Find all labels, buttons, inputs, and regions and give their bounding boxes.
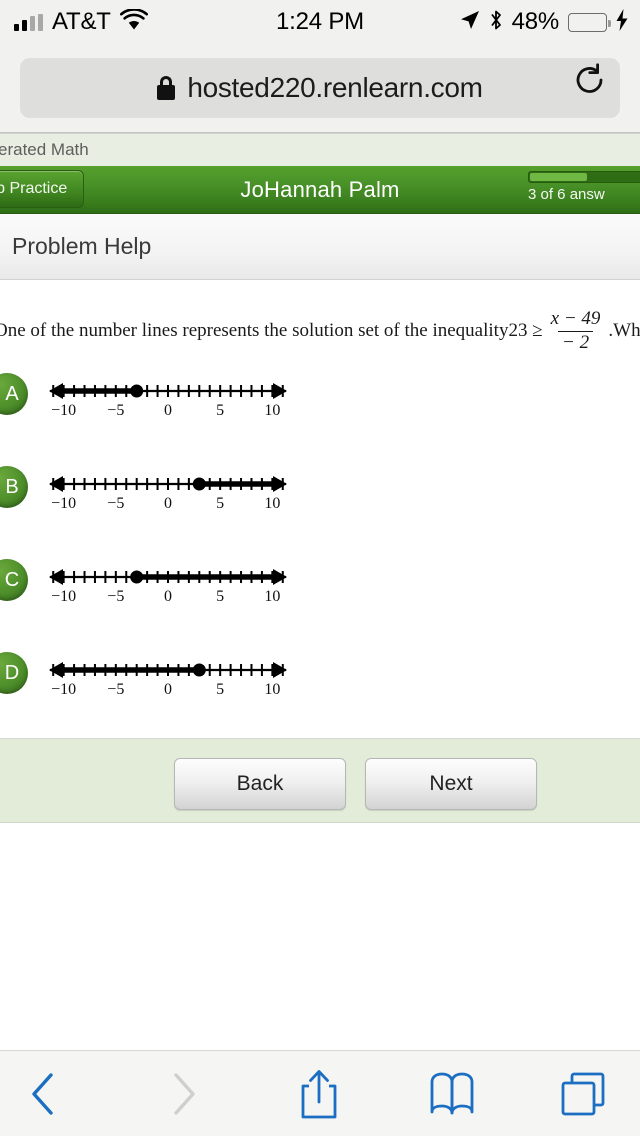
answer-choice-c[interactable]: C −10 −5 0 5 10: [0, 559, 640, 629]
choice-badge-b[interactable]: B: [0, 466, 28, 508]
svg-text:−5: −5: [107, 402, 124, 419]
bluetooth-icon: [489, 9, 503, 36]
battery-icon: [568, 12, 611, 32]
answer-choice-b[interactable]: B −10 −5 0 5 10: [0, 466, 640, 536]
svg-text:−5: −5: [107, 495, 124, 512]
svg-text:0: 0: [164, 588, 172, 605]
back-button[interactable]: Back: [174, 758, 346, 810]
question-text: One of the number lines represents the s…: [0, 308, 640, 355]
ios-status-bar: AT&T 1:24 PM 48%: [0, 0, 640, 44]
phone-screen: AT&T 1:24 PM 48% hosted220.renlearn.com …: [0, 0, 640, 1136]
choice-badge-a[interactable]: A: [0, 373, 28, 415]
tabs-icon[interactable]: [540, 1051, 626, 1136]
problem-help-bar[interactable]: Problem Help: [0, 214, 640, 280]
app-header: top Practice JoHannah Palm 3 of 6 answ: [0, 166, 640, 214]
svg-text:10: 10: [264, 495, 280, 512]
svg-text:−10: −10: [51, 495, 76, 512]
url-text: hosted220.renlearn.com: [187, 72, 483, 103]
safari-toolbar: [0, 1050, 640, 1136]
status-bar-right: 48%: [460, 0, 628, 44]
svg-text:−5: −5: [107, 588, 124, 605]
book-icon[interactable]: [409, 1051, 495, 1136]
back-chevron-icon[interactable]: [0, 1051, 86, 1136]
page-title-text: erated Math: [0, 140, 89, 159]
battery-percent-label: 48%: [511, 8, 560, 35]
question-body: One of the number lines represents the s…: [0, 280, 640, 738]
next-button[interactable]: Next: [365, 758, 537, 810]
svg-text:5: 5: [216, 402, 224, 419]
svg-text:5: 5: [216, 495, 224, 512]
svg-text:−10: −10: [51, 402, 76, 419]
question-tail: Which number line is it?: [613, 319, 640, 341]
svg-text:5: 5: [216, 681, 224, 698]
address-bar[interactable]: hosted220.renlearn.com: [20, 58, 620, 118]
reload-icon[interactable]: [572, 62, 608, 98]
clock-label: 1:24 PM: [276, 8, 364, 35]
choice-badge-d[interactable]: D: [0, 652, 28, 694]
svg-text:5: 5: [216, 588, 224, 605]
svg-text:−10: −10: [51, 681, 76, 698]
lock-icon: [157, 76, 176, 100]
progress-label: 3 of 6 answ: [528, 186, 605, 203]
share-icon[interactable]: [276, 1051, 362, 1136]
svg-text:−5: −5: [107, 681, 124, 698]
choice-letter-c: C: [4, 568, 20, 591]
page-filler: [0, 823, 640, 1050]
svg-text:0: 0: [164, 402, 172, 419]
svg-text:10: 10: [264, 402, 280, 419]
location-arrow-icon: [460, 10, 480, 35]
number-line-d: −10 −5 0 5 10: [38, 652, 298, 708]
svg-text:−10: −10: [51, 588, 76, 605]
svg-text:10: 10: [264, 588, 280, 605]
svg-text:0: 0: [164, 681, 172, 698]
fraction-numerator: x − 49: [550, 308, 601, 329]
problem-help-label: Problem Help: [12, 233, 152, 259]
number-line-b: −10 −5 0 5 10: [38, 466, 298, 522]
charging-bolt-icon: [616, 8, 628, 36]
fraction: x − 49 − 2: [547, 308, 605, 355]
number-line-a: −10 −5 0 5 10: [38, 373, 298, 429]
progress-bar-track: [528, 171, 640, 183]
choice-badge-c[interactable]: C: [0, 559, 28, 601]
number-line-c: −10 −5 0 5 10: [38, 559, 298, 615]
page-title-strip: erated Math: [0, 133, 640, 166]
choice-letter-d: D: [4, 661, 20, 684]
progress-bar-fill: [530, 173, 587, 181]
answer-choice-a[interactable]: A −10 −5 0 5 10: [0, 373, 640, 443]
svg-text:0: 0: [164, 495, 172, 512]
choice-letter-a: A: [5, 382, 19, 405]
question-lead: One of the number lines represents the s…: [0, 319, 509, 341]
answer-choice-d[interactable]: D −10 −5 0 5 10: [0, 652, 640, 722]
question-relation: 23 ≥: [508, 319, 543, 341]
progress-indicator: 3 of 6 answ: [528, 171, 640, 203]
fraction-denominator: − 2: [558, 330, 594, 355]
svg-text:10: 10: [264, 681, 280, 698]
forward-chevron-icon: [141, 1051, 227, 1136]
choice-letter-b: B: [5, 475, 19, 498]
browser-chrome: hosted220.renlearn.com: [0, 44, 640, 133]
navigation-band: Back Next: [0, 738, 640, 823]
